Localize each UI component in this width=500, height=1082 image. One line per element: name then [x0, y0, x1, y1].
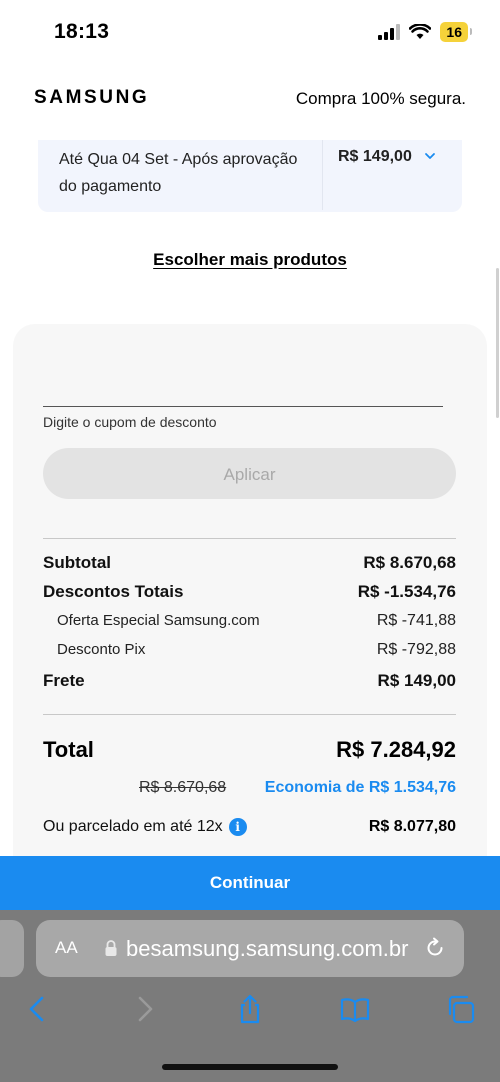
coupon-input[interactable] — [43, 406, 443, 407]
original-price: R$ 8.670,68 — [139, 779, 227, 796]
share-icon[interactable] — [235, 994, 265, 1024]
status-time: 18:13 — [54, 20, 110, 43]
samsung-logo[interactable]: SAMSUNG — [34, 87, 149, 109]
reader-options-button[interactable]: AA — [55, 938, 78, 958]
info-icon[interactable]: i — [228, 818, 247, 836]
divider — [43, 714, 456, 715]
total-value: R$ 7.284,92 — [336, 737, 456, 762]
scrollbar[interactable] — [496, 268, 499, 418]
forward-icon[interactable] — [130, 994, 160, 1024]
continue-button[interactable]: Continuar — [0, 856, 500, 910]
tabs-icon[interactable] — [446, 994, 476, 1024]
chevron-down-icon[interactable] — [424, 150, 436, 162]
home-indicator — [162, 1064, 338, 1070]
special-offer-label: Oferta Especial Samsung.com — [57, 612, 260, 629]
secure-purchase-text: Compra 100% segura. — [295, 89, 466, 108]
battery-icon: 16 — [440, 22, 472, 42]
total-label: Total — [43, 737, 94, 762]
savings-text: Economia de R$ 1.534,76 — [264, 779, 456, 796]
subtotal-value: R$ 8.670,68 — [363, 553, 456, 572]
status-icons: 16 — [378, 22, 472, 42]
delivery-price: R$ 149,00 — [338, 148, 412, 165]
delivery-description: Até Qua 04 Set - Após aprovação do pagam… — [59, 151, 298, 195]
url-text[interactable]: besamsung.samsung.com.br — [126, 936, 408, 962]
cellular-signal-icon — [378, 24, 401, 40]
installment-label: Ou parcelado em até 12x — [43, 818, 223, 835]
wifi-icon — [409, 24, 432, 39]
choose-more-products-link[interactable]: Escolher mais produtos — [0, 250, 500, 270]
apply-coupon-button[interactable]: Aplicar — [43, 448, 456, 499]
reload-icon[interactable] — [424, 937, 446, 959]
delivery-divider — [322, 140, 323, 210]
divider — [43, 538, 456, 539]
lock-icon — [105, 940, 117, 956]
pix-discount-label: Desconto Pix — [57, 641, 146, 658]
total-discounts-label: Descontos Totais — [43, 582, 184, 601]
previous-tab-preview[interactable] — [0, 920, 24, 977]
shipping-label: Frete — [43, 671, 85, 690]
back-icon[interactable] — [22, 994, 52, 1024]
special-offer-value: R$ -741,88 — [376, 612, 456, 629]
shipping-value: R$ 149,00 — [377, 671, 456, 690]
installment-value: R$ 8.077,80 — [368, 818, 456, 835]
subtotal-label: Subtotal — [43, 553, 111, 572]
coupon-input-label: Digite o cupom de desconto — [43, 414, 217, 430]
reader-options-label: AA — [55, 938, 78, 957]
total-discounts-value: R$ -1.534,76 — [357, 582, 456, 601]
pix-discount-value: R$ -792,88 — [376, 641, 456, 658]
installment-row: Ou parcelado em até 12x i — [43, 818, 247, 836]
bookmarks-icon[interactable] — [340, 994, 370, 1024]
